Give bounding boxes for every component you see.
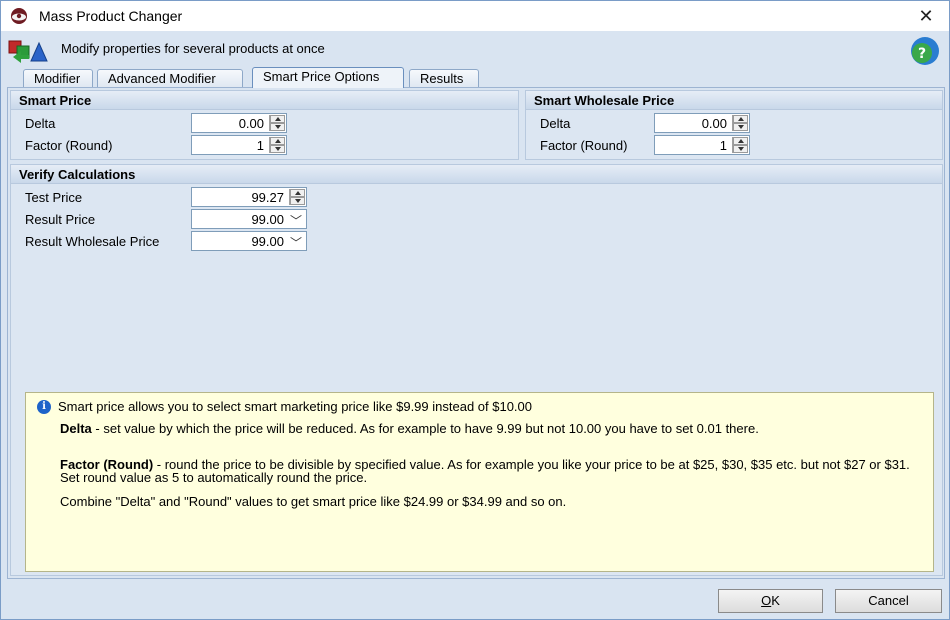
- tab-modifier[interactable]: Modifier: [23, 69, 93, 87]
- products-icon: [8, 40, 48, 63]
- ok-button-label: OK: [761, 593, 780, 608]
- smart-wholesale-delta-label: Delta: [540, 116, 571, 131]
- info-combine-paragraph: Combine "Delta" and "Round" values to ge…: [60, 494, 567, 509]
- result-wholesale-label: Result Wholesale Price: [25, 234, 160, 249]
- smart-price-title: Smart Price: [11, 91, 518, 110]
- verify-calculations-title: Verify Calculations: [11, 165, 942, 184]
- chevron-down-icon[interactable]: ﹀: [290, 212, 302, 229]
- test-price-value: 99.27: [251, 190, 284, 205]
- test-price-label: Test Price: [25, 190, 83, 205]
- tab-results[interactable]: Results: [409, 69, 479, 87]
- result-wholesale-value: 99.00: [251, 234, 284, 249]
- help-info-box: i Smart price allows you to select smart…: [25, 392, 934, 572]
- smart-wholesale-factor-spinner[interactable]: 1: [654, 135, 750, 155]
- smart-price-group: Smart Price Delta 0.00 Factor (Round) 1: [10, 90, 519, 160]
- spinner-arrows-icon[interactable]: [269, 115, 285, 131]
- cancel-button[interactable]: Cancel: [835, 589, 942, 613]
- smart-wholesale-group: Smart Wholesale Price Delta 0.00 Factor …: [525, 90, 943, 160]
- spinner-arrows-icon[interactable]: [732, 115, 748, 131]
- info-delta-text: - set value by which the price will be r…: [91, 421, 759, 436]
- info-headline: Smart price allows you to select smart m…: [58, 399, 533, 414]
- smart-wholesale-delta-value: 0.00: [701, 116, 727, 131]
- header-description: Modify properties for several products a…: [61, 41, 325, 56]
- smart-price-delta-label: Delta: [25, 116, 56, 131]
- smart-price-delta-spinner[interactable]: 0.00: [191, 113, 287, 133]
- tab-smart-price-options[interactable]: Smart Price Options: [252, 67, 404, 88]
- tab-advanced-modifier[interactable]: Advanced Modifier: [97, 69, 243, 87]
- smart-price-factor-spinner[interactable]: 1: [191, 135, 287, 155]
- smart-wholesale-factor-value: 1: [719, 138, 727, 153]
- smart-price-factor-label: Factor (Round): [25, 138, 113, 153]
- spinner-arrows-icon[interactable]: [289, 189, 305, 205]
- result-wholesale-dropdown[interactable]: 99.00 ﹀: [191, 231, 307, 251]
- smart-wholesale-title: Smart Wholesale Price: [526, 91, 942, 110]
- app-logo-icon: [11, 8, 27, 24]
- result-price-dropdown[interactable]: 99.00 ﹀: [191, 209, 307, 229]
- help-icon[interactable]: ?: [909, 35, 941, 67]
- spinner-arrows-icon[interactable]: [732, 137, 748, 153]
- info-factor-text: - round the price to be divisible by spe…: [60, 457, 910, 485]
- test-price-spinner[interactable]: 99.27: [191, 187, 307, 207]
- title-bar: Mass Product Changer ✕: [1, 1, 949, 31]
- ok-button[interactable]: OK: [718, 589, 823, 613]
- smart-wholesale-delta-spinner[interactable]: 0.00: [654, 113, 750, 133]
- result-price-label: Result Price: [25, 212, 96, 227]
- smart-wholesale-factor-label: Factor (Round): [540, 138, 628, 153]
- close-button[interactable]: ✕: [903, 1, 949, 31]
- chevron-down-icon[interactable]: ﹀: [290, 234, 302, 251]
- info-delta-paragraph: Delta - set value by which the price wil…: [60, 422, 920, 435]
- smart-price-delta-value: 0.00: [238, 116, 264, 131]
- tab-bar: Modifier Advanced Modifier Smart Price O…: [1, 67, 949, 88]
- svg-text:?: ?: [918, 46, 926, 62]
- info-delta-term: Delta: [60, 421, 92, 436]
- mass-product-changer-window: Mass Product Changer ✕ Modify properties…: [0, 0, 950, 620]
- window-title: Mass Product Changer: [39, 8, 183, 24]
- info-icon: i: [37, 400, 51, 414]
- result-price-value: 99.00: [251, 212, 284, 227]
- smart-price-factor-value: 1: [256, 138, 264, 153]
- spinner-arrows-icon[interactable]: [269, 137, 285, 153]
- header: Modify properties for several products a…: [1, 31, 949, 69]
- info-factor-paragraph: Factor (Round) - round the price to be d…: [60, 458, 920, 484]
- tab-content: Smart Price Delta 0.00 Factor (Round) 1 …: [7, 87, 945, 579]
